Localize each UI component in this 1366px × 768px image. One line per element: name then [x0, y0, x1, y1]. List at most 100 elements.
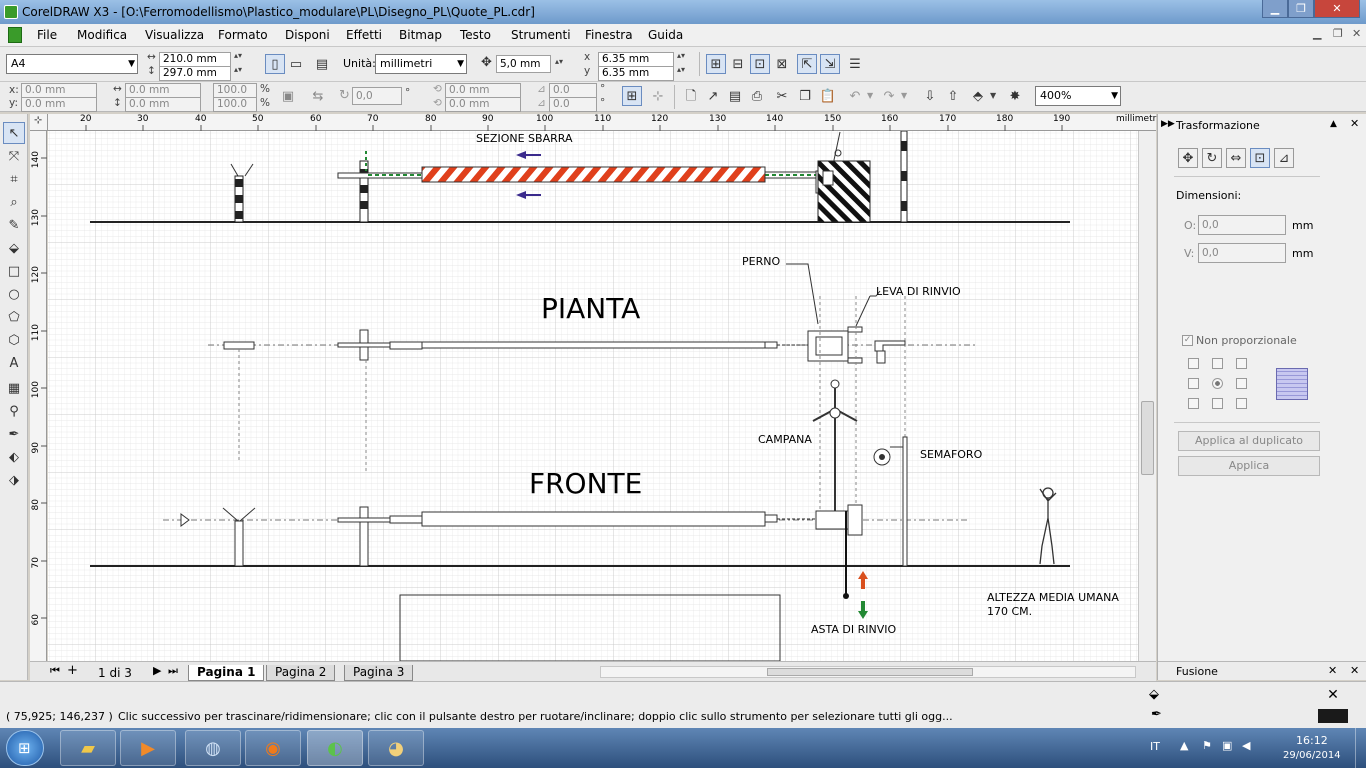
print-button[interactable]: ⎙: [747, 86, 767, 106]
launcher-button[interactable]: ⬘: [968, 86, 988, 106]
cut-button[interactable]: ✂: [772, 86, 792, 106]
vertical-scroll-thumb[interactable]: [1141, 401, 1154, 475]
open-button[interactable]: ↗: [703, 86, 723, 106]
menu-testo[interactable]: Testo: [460, 28, 491, 42]
import-button[interactable]: ⇩: [920, 86, 940, 106]
network-icon[interactable]: ▣: [1222, 739, 1232, 752]
menu-bitmap[interactable]: Bitmap: [399, 28, 442, 42]
menu-strumenti[interactable]: Strumenti: [511, 28, 571, 42]
clock-time[interactable]: 16:12: [1296, 734, 1328, 747]
pick-tool[interactable]: ↖: [3, 122, 25, 144]
menu-modifica[interactable]: Modifica: [77, 28, 127, 42]
vertical-ruler[interactable]: 140 130 120 110 100 90 80 70 60: [30, 131, 47, 661]
tab-pagina-2[interactable]: Pagina 2: [266, 665, 336, 681]
save-button[interactable]: ▤: [725, 86, 745, 106]
tray-expand-icon[interactable]: ▲: [1180, 739, 1188, 752]
dup-x-spinner-icon[interactable]: ▴▾: [677, 51, 685, 60]
treat-as-filled-button[interactable]: ⇱: [797, 54, 817, 74]
landscape-button[interactable]: ▭: [286, 54, 306, 74]
horizontal-scrollbar[interactable]: [600, 666, 1136, 678]
crop-tool[interactable]: ⌗: [3, 168, 25, 190]
next-page-icon[interactable]: ▶: [153, 664, 161, 677]
taskbar-coreldraw[interactable]: ◐: [307, 730, 363, 766]
horizontal-scroll-thumb[interactable]: [767, 668, 973, 676]
anchor-button[interactable]: ⊹: [648, 86, 668, 106]
shape-tool[interactable]: ⤧: [3, 145, 25, 167]
volume-icon[interactable]: ◀: [1242, 739, 1250, 752]
taskbar-network[interactable]: ◍: [185, 730, 241, 766]
snap-guides-button[interactable]: ⊟: [728, 54, 748, 74]
snap-grid-button[interactable]: ⊞: [706, 54, 726, 74]
scale-x-field[interactable]: 100.0: [213, 83, 257, 98]
dynamic-guides-button[interactable]: ⊠: [772, 54, 792, 74]
flag-icon[interactable]: ⚑: [1202, 739, 1212, 752]
polygon-tool[interactable]: ⬠: [3, 306, 25, 328]
apply-to-duplicate-button[interactable]: Applica al duplicato: [1178, 431, 1320, 451]
lock-ratio-button[interactable]: ▣: [278, 86, 298, 106]
taskbar-paint[interactable]: ◕: [368, 730, 424, 766]
size-tab[interactable]: ⊡: [1250, 148, 1270, 168]
first-page-icon[interactable]: ⏮: [50, 664, 60, 678]
height-dimension-field[interactable]: 0,0: [1198, 243, 1286, 263]
tab-pagina-3[interactable]: Pagina 3: [344, 665, 414, 681]
anchor-middle-right[interactable]: [1236, 378, 1247, 389]
page-layout-button[interactable]: ▤: [312, 54, 332, 74]
anchor-bottom-center[interactable]: [1212, 398, 1223, 409]
close-button[interactable]: ✕: [1314, 0, 1360, 18]
redo-dropdown-icon[interactable]: ▼: [901, 91, 907, 100]
menu-file[interactable]: File: [37, 28, 57, 42]
outline-tool[interactable]: ✒: [3, 423, 25, 445]
position-tab[interactable]: ✥: [1178, 148, 1198, 168]
anchor-top-right[interactable]: [1236, 358, 1247, 369]
skew-v-field[interactable]: 0.0: [549, 97, 597, 112]
undo-dropdown-icon[interactable]: ▼: [867, 91, 873, 100]
rotate-tab[interactable]: ↻: [1202, 148, 1222, 168]
menu-guida[interactable]: Guida: [648, 28, 683, 42]
rectangle-tool[interactable]: □: [3, 260, 25, 282]
page-size-select[interactable]: A4 ▼: [6, 54, 138, 74]
tab-pagina-1[interactable]: Pagina 1: [188, 665, 265, 681]
text-tool[interactable]: A: [3, 352, 25, 374]
new-button[interactable]: 🗋: [681, 86, 701, 106]
relative-position-button[interactable]: ⊞: [622, 86, 642, 106]
eyedropper-tool[interactable]: ⚲: [3, 400, 25, 422]
launcher-dropdown-icon[interactable]: ▼: [990, 91, 996, 100]
skew-tab[interactable]: ⊿: [1274, 148, 1294, 168]
center-x-field[interactable]: 0.0 mm: [445, 83, 521, 98]
language-indicator[interactable]: IT: [1150, 740, 1160, 753]
clock-date[interactable]: 29/06/2014: [1283, 750, 1341, 761]
zoom-tool[interactable]: ⌕: [3, 191, 25, 213]
zoom-select[interactable]: 400% ▼: [1035, 86, 1121, 106]
nudge-spinner-icon[interactable]: ▴▾: [555, 57, 563, 66]
interactive-blend-tool[interactable]: ▦: [3, 377, 25, 399]
x-position-field[interactable]: 0.0 mm: [21, 83, 97, 98]
ellipse-tool[interactable]: ○: [3, 283, 25, 305]
menu-visualizza[interactable]: Visualizza: [145, 28, 204, 42]
paste-button[interactable]: 📋: [818, 86, 838, 106]
nudge-field[interactable]: 5,0 mm: [496, 55, 551, 73]
anchor-center[interactable]: [1212, 378, 1223, 389]
height-spinner-icon[interactable]: ▴▾: [234, 65, 242, 74]
taskbar-firefox[interactable]: ◉: [245, 730, 301, 766]
fusione-collapse-icon[interactable]: ✕: [1328, 664, 1337, 677]
doc-close-icon[interactable]: ✕: [1352, 27, 1361, 40]
fusione-close-icon[interactable]: ✕: [1350, 664, 1359, 677]
menu-effetti[interactable]: Effetti: [346, 28, 382, 42]
export-button[interactable]: ⇧: [943, 86, 963, 106]
rotation-field[interactable]: 0,0: [352, 87, 402, 105]
edit-across-layers-button[interactable]: ⇲: [820, 54, 840, 74]
doc-restore-icon[interactable]: ❐: [1333, 27, 1343, 40]
page-width-field[interactable]: 210.0 mm: [159, 52, 231, 67]
taskbar-media[interactable]: ▶: [120, 730, 176, 766]
page-height-field[interactable]: 297.0 mm: [159, 66, 231, 81]
restore-button[interactable]: ❐: [1288, 0, 1314, 18]
doc-minimize-icon[interactable]: ▁: [1313, 27, 1321, 40]
duplicate-x-field[interactable]: 6.35 mm: [598, 52, 674, 67]
undo-button[interactable]: ↶: [845, 86, 865, 106]
fill-indicator-icon[interactable]: ⬙: [1149, 687, 1159, 702]
docker-collapse-icon[interactable]: ▲: [1330, 119, 1337, 129]
y-position-field[interactable]: 0.0 mm: [21, 97, 97, 112]
dup-y-spinner-icon[interactable]: ▴▾: [677, 65, 685, 74]
center-y-field[interactable]: 0.0 mm: [445, 97, 521, 112]
non-proportional-checkbox[interactable]: ✓: [1182, 335, 1193, 346]
